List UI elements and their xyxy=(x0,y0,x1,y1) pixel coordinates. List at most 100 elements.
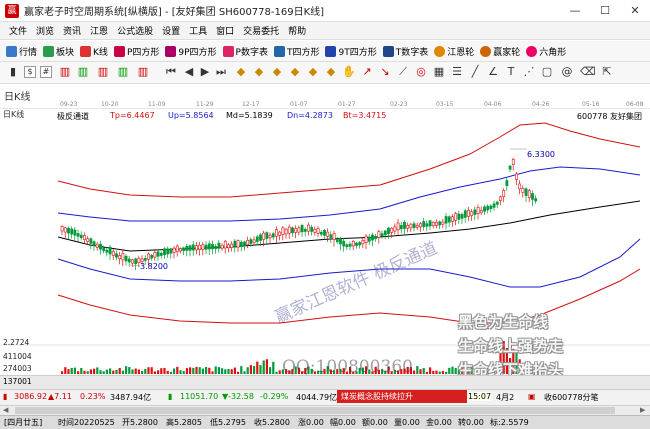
date-tick: 05-16 xyxy=(582,101,600,108)
candle-body xyxy=(342,240,346,247)
square-icon xyxy=(273,45,285,57)
volume-bar xyxy=(416,366,419,374)
menu-tools[interactable]: 工具 xyxy=(189,24,207,37)
diamond-icon[interactable]: ◆ xyxy=(306,65,320,79)
close-button[interactable]: ✕ xyxy=(620,0,650,22)
volume-bar xyxy=(141,370,144,374)
bar-low: 低5.2795 xyxy=(210,418,246,427)
maximize-button[interactable]: ☐ xyxy=(590,0,620,22)
candle-body xyxy=(310,226,314,232)
candle-body xyxy=(198,244,202,250)
minimize-button[interactable]: — xyxy=(560,0,590,22)
volume-bar xyxy=(61,371,64,374)
tick-detail-link[interactable]: 收600778分笔 xyxy=(544,392,599,403)
toolbar-p-square-button[interactable]: P四方形 xyxy=(113,45,159,58)
select-icon[interactable]: ⇱ xyxy=(600,65,614,79)
volume-scale-label: 274003 xyxy=(3,364,32,373)
scroll-right-icon[interactable]: ▶ xyxy=(640,406,645,414)
bars-icon[interactable]: ▥ xyxy=(96,65,110,79)
fan-icon[interactable]: ⟋ xyxy=(396,65,410,79)
trend-icon[interactable]: ↗ xyxy=(360,65,374,79)
bars-icon[interactable]: ▥ xyxy=(76,65,90,79)
candle-body xyxy=(281,227,285,236)
angle-icon[interactable]: ∠ xyxy=(486,65,500,79)
gann-fan-icon[interactable]: ⋰ xyxy=(522,65,536,79)
toolbar-gann-wheel-button[interactable]: 江恩轮 xyxy=(434,45,474,58)
menu-gann[interactable]: 江恩 xyxy=(90,24,108,37)
toolbar-winner-wheel-button[interactable]: 赢家轮 xyxy=(480,45,520,58)
toolbar-sector-button[interactable]: 板块 xyxy=(43,45,74,58)
ruler-icon[interactable]: ☰ xyxy=(450,65,464,79)
volume-bar xyxy=(205,366,208,374)
scroll-left-icon[interactable]: ◀ xyxy=(3,406,8,414)
dollar-icon[interactable]: $ xyxy=(24,66,36,78)
toolbar-9p-square-button[interactable]: 9P四方形 xyxy=(165,45,217,58)
volume-bar xyxy=(89,369,92,374)
trend-icon[interactable]: ↘ xyxy=(378,65,392,79)
diamond-icon[interactable]: ◆ xyxy=(270,65,284,79)
volume-bar xyxy=(77,371,80,374)
toolbar-kline-button[interactable]: K线 xyxy=(80,45,108,58)
text-icon[interactable]: T xyxy=(504,65,518,79)
calc-icon[interactable]: # xyxy=(40,66,52,78)
menu-file[interactable]: 文件 xyxy=(9,24,27,37)
candle-body xyxy=(76,233,80,237)
bars-icon[interactable]: ▥ xyxy=(58,65,72,79)
candle-body xyxy=(159,252,163,256)
candle-body xyxy=(124,255,128,262)
toolbar-t-square-button[interactable]: T四方形 xyxy=(273,45,319,58)
menu-help[interactable]: 帮助 xyxy=(288,24,306,37)
candle-body xyxy=(339,238,342,245)
date-tick: 02-23 xyxy=(390,101,408,108)
scroll-thumb[interactable] xyxy=(15,407,615,414)
bars-icon[interactable]: ▥ xyxy=(136,65,150,79)
candle-body xyxy=(403,221,406,229)
hand-icon[interactable]: ✋ xyxy=(342,65,356,79)
menu-window[interactable]: 窗口 xyxy=(216,24,234,37)
diamond-icon[interactable]: ◆ xyxy=(252,65,266,79)
news-banner[interactable]: 煤炭概念股持续拉升 xyxy=(337,390,467,403)
box-icon[interactable]: ▢ xyxy=(540,65,554,79)
period-icon[interactable]: ▮ xyxy=(6,65,20,79)
candle-body xyxy=(239,241,243,247)
volume-bar xyxy=(102,371,105,374)
toolbar-hexagon-button[interactable]: 六角形 xyxy=(526,45,566,58)
grid-icon[interactable]: ▦ xyxy=(432,65,446,79)
candle-body xyxy=(451,216,454,222)
next-icon[interactable]: ▶ xyxy=(198,65,212,79)
toolbar-p-table-button[interactable]: P数字表 xyxy=(222,45,268,58)
date-tick: 06-08 xyxy=(626,101,644,108)
diamond-icon[interactable]: ◆ xyxy=(288,65,302,79)
menu-trade[interactable]: 交易委托 xyxy=(243,24,279,37)
first-icon[interactable]: ⏮ xyxy=(164,65,178,79)
last-icon[interactable]: ⏭ xyxy=(214,65,228,79)
circle-icon[interactable]: ◎ xyxy=(414,65,428,79)
toolbar-quotes-button[interactable]: 行情 xyxy=(6,45,37,58)
menu-info[interactable]: 资讯 xyxy=(63,24,81,37)
bars-icon[interactable]: ▥ xyxy=(116,65,130,79)
index-flag-icon: ▮ xyxy=(3,392,8,401)
toolbar-9t-square-button[interactable]: 9T四方形 xyxy=(325,45,377,58)
caption-line-1: 黑色为生命线 xyxy=(458,313,549,331)
kline-chart[interactable]: 日K线 极反通道 Tp=6.4467 Up=5.8564 Md=5.1839 D… xyxy=(0,109,650,375)
spiral-icon[interactable]: @ xyxy=(560,65,574,79)
prev-icon[interactable]: ◀ xyxy=(182,65,196,79)
menu-settings[interactable]: 设置 xyxy=(162,24,180,37)
menu-browse[interactable]: 浏览 xyxy=(36,24,54,37)
toolbar-t-table-button[interactable]: T数字表 xyxy=(382,45,428,58)
bar-high: 高5.2805 xyxy=(166,418,202,427)
candle-body xyxy=(153,252,157,258)
date-tick: 12-17 xyxy=(242,101,260,108)
menu-formula[interactable]: 公式选股 xyxy=(117,24,153,37)
indicator-name: 极反通道 xyxy=(57,112,89,121)
line-icon[interactable]: ╱ xyxy=(468,65,482,79)
bell-icon[interactable]: ▣ xyxy=(528,392,536,401)
candle-body xyxy=(412,223,416,228)
horizontal-scrollbar[interactable]: ◀ ▶ xyxy=(0,405,650,415)
erase-icon[interactable]: ⌫ xyxy=(580,65,596,79)
volume-bar xyxy=(425,371,428,374)
diamond-icon[interactable]: ◆ xyxy=(324,65,338,79)
indicator-dn: Dn=4.2873 xyxy=(287,111,333,120)
diamond-icon[interactable]: ◆ xyxy=(234,65,248,79)
volume-bar xyxy=(118,368,121,374)
